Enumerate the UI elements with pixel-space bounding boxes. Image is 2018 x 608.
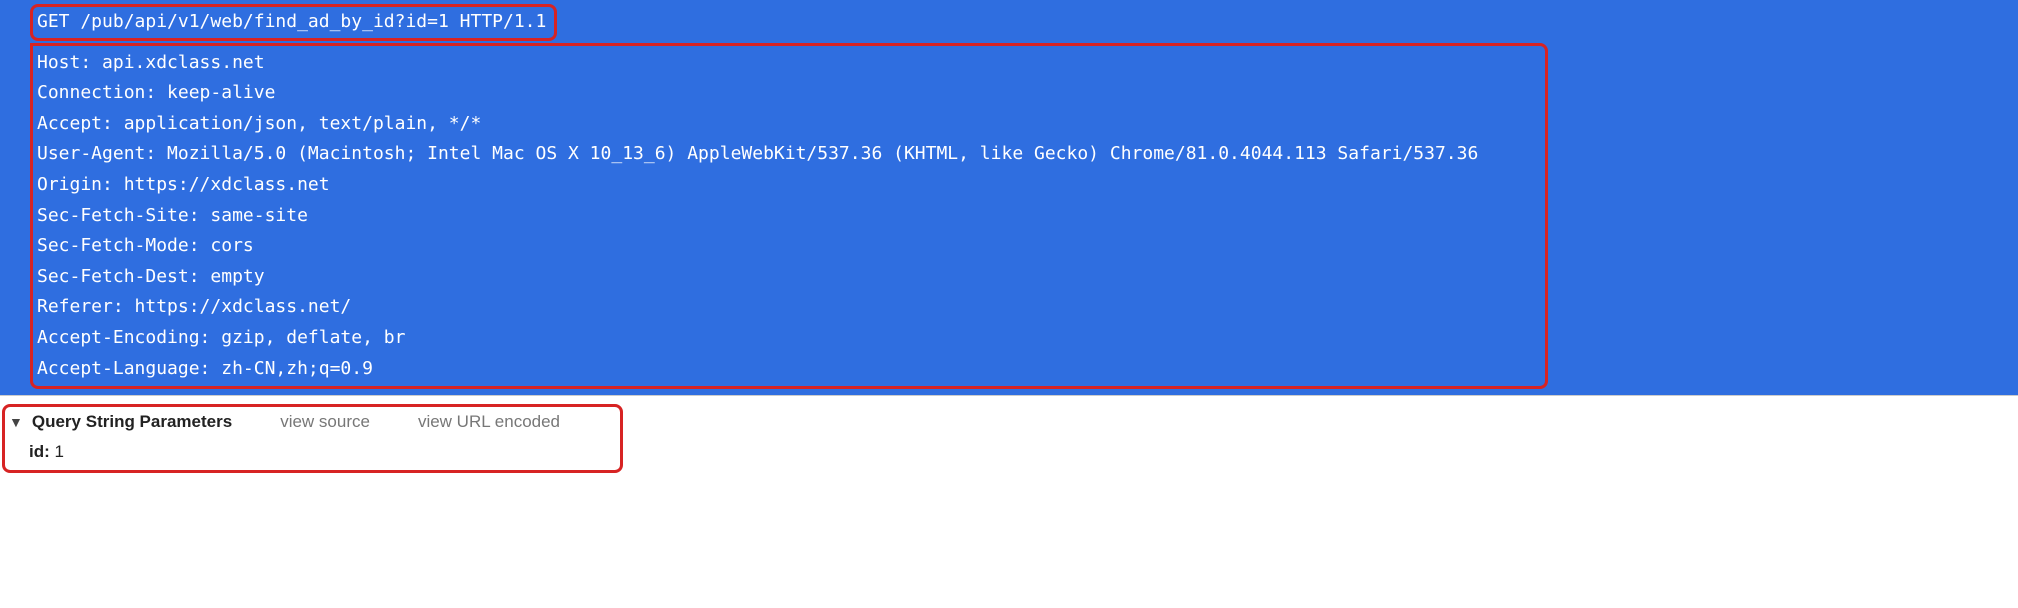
- header-connection[interactable]: Connection: keep-alive: [37, 78, 1537, 109]
- header-sec-fetch-mode[interactable]: Sec-Fetch-Mode: cors: [37, 231, 1537, 262]
- header-accept-language[interactable]: Accept-Language: zh-CN,zh;q=0.9: [37, 354, 1537, 385]
- headers-highlight-box: Host: api.xdclass.net Connection: keep-a…: [30, 43, 1548, 390]
- params-title-group[interactable]: ▼ Query String Parameters: [9, 411, 232, 432]
- query-params-highlight-box: ▼ Query String Parameters view source vi…: [2, 404, 623, 473]
- query-params-header: ▼ Query String Parameters view source vi…: [9, 411, 560, 432]
- view-url-encoded-link[interactable]: view URL encoded: [418, 412, 560, 432]
- header-sec-fetch-dest[interactable]: Sec-Fetch-Dest: empty: [37, 262, 1537, 293]
- header-host[interactable]: Host: api.xdclass.net: [37, 48, 1537, 79]
- disclosure-triangle-icon[interactable]: ▼: [9, 414, 23, 430]
- header-user-agent[interactable]: User-Agent: Mozilla/5.0 (Macintosh; Inte…: [37, 139, 1537, 170]
- view-source-link[interactable]: view source: [280, 412, 370, 432]
- query-params-title: Query String Parameters: [32, 412, 232, 431]
- query-param-row: id: 1: [29, 442, 560, 462]
- request-line[interactable]: GET /pub/api/v1/web/find_ad_by_id?id=1 H…: [37, 11, 546, 32]
- param-key: id:: [29, 442, 50, 461]
- param-value: 1: [55, 442, 64, 461]
- header-referer[interactable]: Referer: https://xdclass.net/: [37, 292, 1537, 323]
- request-headers-panel: GET /pub/api/v1/web/find_ad_by_id?id=1 H…: [0, 0, 2018, 395]
- header-accept-encoding[interactable]: Accept-Encoding: gzip, deflate, br: [37, 323, 1537, 354]
- header-sec-fetch-site[interactable]: Sec-Fetch-Site: same-site: [37, 201, 1537, 232]
- query-params-section: ▼ Query String Parameters view source vi…: [0, 395, 2018, 483]
- header-accept[interactable]: Accept: application/json, text/plain, */…: [37, 109, 1537, 140]
- header-origin[interactable]: Origin: https://xdclass.net: [37, 170, 1537, 201]
- request-line-highlight: GET /pub/api/v1/web/find_ad_by_id?id=1 H…: [30, 4, 557, 41]
